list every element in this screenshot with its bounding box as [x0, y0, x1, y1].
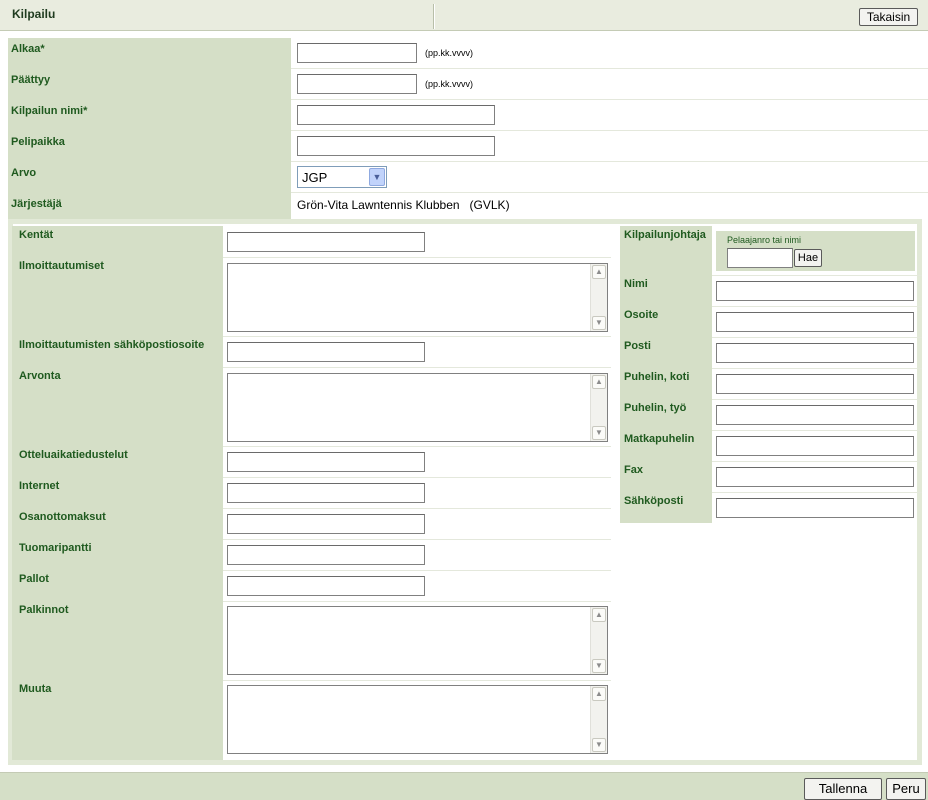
balls-label: Pallot [19, 573, 49, 585]
director-phone-home-input[interactable] [716, 374, 914, 394]
search-button[interactable]: Hae [794, 249, 822, 267]
internet-input[interactable] [227, 483, 425, 503]
other-textarea[interactable]: ▲ ▼ [227, 685, 608, 754]
save-button[interactable]: Tallenna [804, 778, 882, 800]
director-fax-input[interactable] [716, 467, 914, 487]
director-email-label: Sähköposti [624, 495, 684, 507]
director-address-label: Osoite [624, 309, 659, 321]
fees-label: Osanottomaksut [19, 511, 106, 523]
courts-label: Kentät [19, 229, 54, 241]
internet-label: Internet [19, 480, 60, 492]
draw-label: Arvonta [19, 370, 61, 382]
scroll-up-icon[interactable]: ▲ [592, 608, 606, 622]
end-date-input[interactable] [297, 74, 417, 94]
director-post-input[interactable] [716, 343, 914, 363]
header-divider [433, 4, 435, 29]
referee-deposit-input[interactable] [227, 545, 425, 565]
player-search-hint: Pelaajanro tai nimi [727, 235, 802, 245]
details-label-column [12, 226, 223, 760]
organizer-label: Järjestäjä [11, 198, 62, 210]
page-header: Kilpailu [0, 0, 928, 31]
prizes-label: Palkinnot [19, 604, 69, 616]
director-post-label: Posti [624, 340, 651, 352]
competition-name-label: Kilpailun nimi* [11, 105, 88, 117]
start-date-label: Alkaa* [11, 43, 45, 55]
end-date-hint: (pp.kk.vvvv) [425, 79, 474, 89]
director-email-input[interactable] [716, 498, 914, 518]
scroll-down-icon[interactable]: ▼ [592, 659, 606, 673]
director-phone-work-label: Puhelin, työ [624, 402, 687, 414]
referee-deposit-label: Tuomaripantti [19, 542, 92, 554]
scrollbar[interactable]: ▲ ▼ [590, 264, 607, 331]
director-name-input[interactable] [716, 281, 914, 301]
page-footer [0, 772, 928, 800]
start-date-input[interactable] [297, 43, 417, 63]
other-label: Muuta [19, 683, 52, 695]
scroll-up-icon[interactable]: ▲ [592, 687, 606, 701]
organizer-value: Grön-Vita Lawntennis Klubben (GVLK) [297, 198, 510, 212]
rank-select[interactable]: JGP ▼ [297, 166, 387, 188]
match-time-label: Otteluaikatiedustelut [19, 449, 128, 461]
competition-name-input[interactable] [297, 105, 495, 125]
scrollbar[interactable]: ▲ ▼ [590, 374, 607, 441]
player-search-input[interactable] [727, 248, 793, 268]
scrollbar[interactable]: ▲ ▼ [590, 607, 607, 674]
scroll-up-icon[interactable]: ▲ [592, 375, 606, 389]
back-button[interactable]: Takaisin [859, 8, 918, 26]
rank-selected-value: JGP [302, 170, 328, 185]
director-phone-work-input[interactable] [716, 405, 914, 425]
scroll-down-icon[interactable]: ▼ [592, 316, 606, 330]
venue-label: Pelipaikka [11, 136, 65, 148]
balls-input[interactable] [227, 576, 425, 596]
match-time-input[interactable] [227, 452, 425, 472]
scroll-up-icon[interactable]: ▲ [592, 265, 606, 279]
fees-input[interactable] [227, 514, 425, 534]
director-mobile-label: Matkapuhelin [624, 433, 695, 445]
courts-input[interactable] [227, 232, 425, 252]
chevron-down-icon[interactable]: ▼ [369, 168, 385, 186]
scroll-down-icon[interactable]: ▼ [592, 426, 606, 440]
registrations-textarea[interactable]: ▲ ▼ [227, 263, 608, 332]
end-date-label: Päättyy [11, 74, 51, 86]
start-date-hint: (pp.kk.vvvv) [425, 48, 474, 58]
scroll-down-icon[interactable]: ▼ [592, 738, 606, 752]
rank-row: Arvo [8, 162, 928, 193]
page-title: Kilpailu [12, 7, 56, 21]
venue-input[interactable] [297, 136, 495, 156]
director-phone-home-label: Puhelin, koti [624, 371, 690, 383]
director-fax-label: Fax [624, 464, 643, 476]
rank-label: Arvo [11, 167, 37, 179]
director-mobile-input[interactable] [716, 436, 914, 456]
director-address-input[interactable] [716, 312, 914, 332]
cancel-button[interactable]: Peru [886, 778, 926, 800]
prizes-textarea[interactable]: ▲ ▼ [227, 606, 608, 675]
director-section-label: Kilpailunjohtaja [624, 229, 706, 241]
draw-textarea[interactable]: ▲ ▼ [227, 373, 608, 442]
scrollbar[interactable]: ▲ ▼ [590, 686, 607, 753]
registration-email-label: Ilmoittautumisten sähköpostiosoite [19, 339, 205, 351]
registrations-label: Ilmoittautumiset [19, 260, 104, 272]
registration-email-input[interactable] [227, 342, 425, 362]
director-name-label: Nimi [624, 278, 648, 290]
